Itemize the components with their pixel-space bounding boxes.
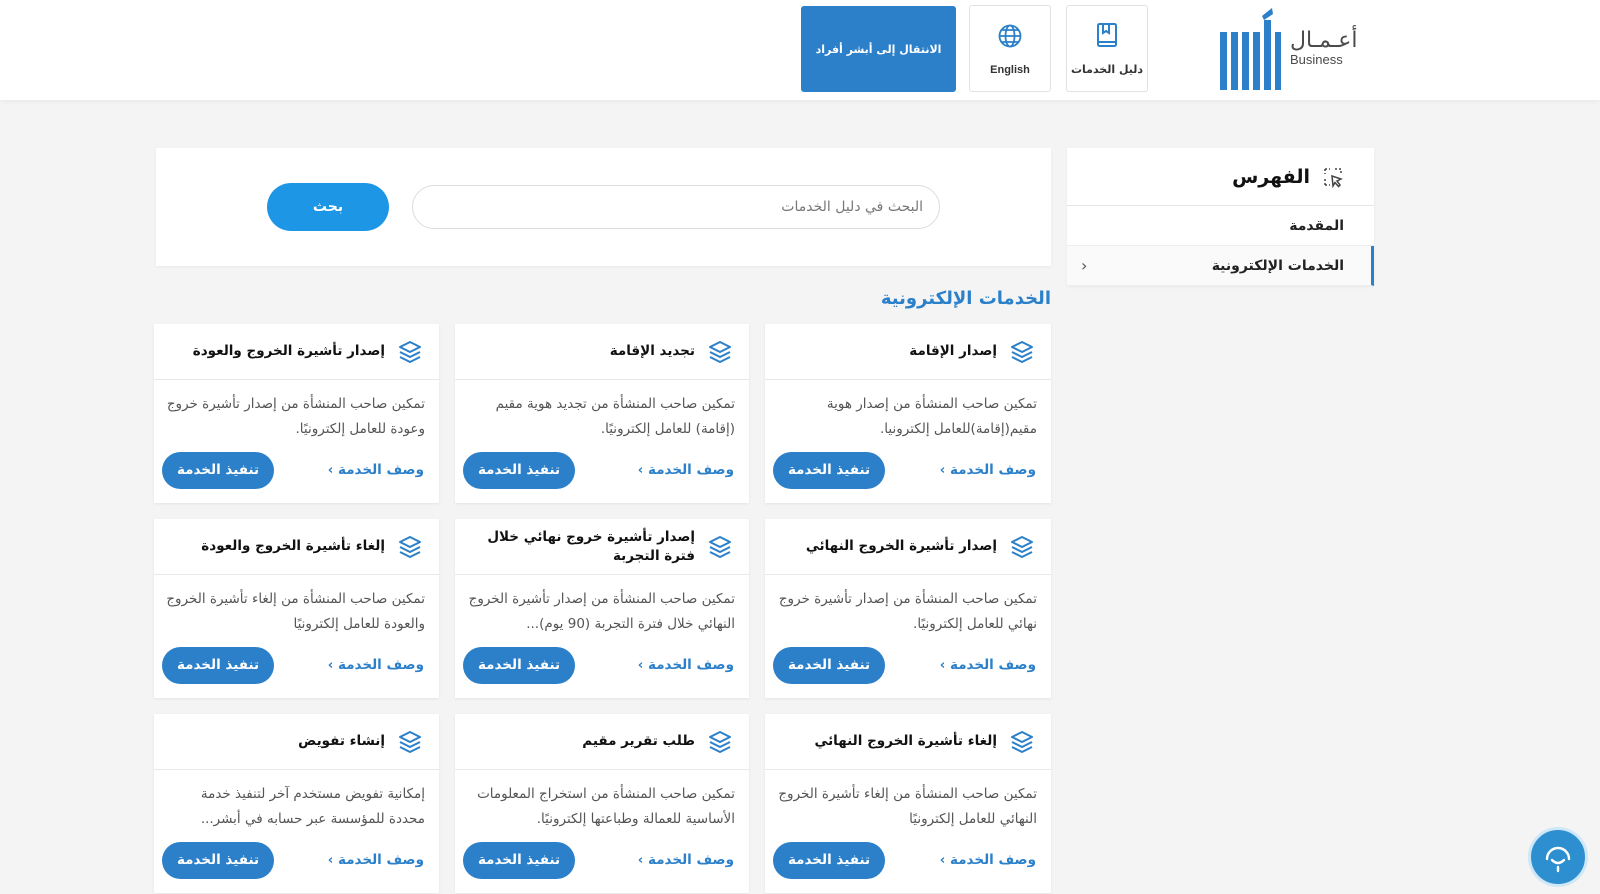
services-guide-label: دليل الخدمات xyxy=(1070,63,1144,76)
service-description-link[interactable]: وصف الخدمة › xyxy=(940,657,1036,673)
section-title: الخدمات الإلكترونية xyxy=(880,288,1051,309)
abshr-logo-mark-icon xyxy=(1220,8,1281,90)
layers-icon xyxy=(1011,340,1033,363)
layers-icon xyxy=(1011,535,1033,558)
service-description-link[interactable]: وصف الخدمة › xyxy=(328,657,424,673)
service-title: إصدار تأشيرة الخروج والعودة xyxy=(192,343,385,360)
service-title: إلغاء تأشيرة الخروج النهائي xyxy=(814,733,997,750)
services-guide-button[interactable]: دليل الخدمات xyxy=(1066,5,1148,92)
service-card: إنشاء تفويض إمكانية تفويض مستخدم آخر لتن… xyxy=(154,714,439,893)
service-description: تمكين صاحب المنشأة من إصدار هوية مقيم(إق… xyxy=(826,396,1037,437)
headset-support-icon xyxy=(1545,846,1571,873)
sidebar-item-label: المقدمة xyxy=(1289,217,1344,234)
execute-service-button[interactable]: تنفيذ الخدمة xyxy=(463,451,575,489)
service-card: طلب تقرير مقيم تمكين صاحب المنشأة من است… xyxy=(455,714,749,893)
absher-individuals-label: الانتقال إلى أبشر أفراد xyxy=(815,42,942,56)
sidebar-item-e-services[interactable]: الخدمات الإلكترونية ‹ xyxy=(1067,246,1374,286)
pointer-select-icon xyxy=(1324,167,1343,188)
service-description-link[interactable]: وصف الخدمة › xyxy=(328,852,424,868)
execute-service-button[interactable]: تنفيذ الخدمة xyxy=(773,451,885,489)
service-description-link[interactable]: وصف الخدمة › xyxy=(940,852,1036,868)
sidebar-item-label: الخدمات الإلكترونية xyxy=(1211,257,1344,274)
service-description: إمكانية تفويض مستخدم آخر لتنفيذ خدمة محد… xyxy=(200,786,425,827)
globe-icon xyxy=(998,24,1022,47)
index-sidebar: الفهرس المقدمة الخدمات الإلكترونية ‹ xyxy=(1067,148,1374,286)
service-description: تمكين صاحب المنشأة من استخراج المعلومات … xyxy=(477,786,735,827)
service-description: تمكين صاحب المنشأة من إلغاء تأشيرة الخرو… xyxy=(166,591,425,632)
service-description: تمكين صاحب المنشأة من إصدار تأشيرة خروج … xyxy=(778,591,1037,632)
layers-icon xyxy=(1011,730,1033,753)
language-switch-button[interactable]: English xyxy=(969,5,1051,92)
service-title: إصدار الإقامة xyxy=(909,343,997,360)
logo-arabic-text: أعـمـال xyxy=(1290,27,1358,53)
service-card: إصدار تأشيرة الخروج والعودة تمكين صاحب ا… xyxy=(154,324,439,503)
service-description-link[interactable]: وصف الخدمة › xyxy=(638,462,734,478)
execute-service-button[interactable]: تنفيذ الخدمة xyxy=(162,451,274,489)
layers-icon xyxy=(709,730,731,753)
search-panel: بحث xyxy=(156,148,1051,266)
search-input[interactable] xyxy=(412,185,940,229)
chevron-left-icon: ‹ xyxy=(1081,256,1088,275)
layers-icon xyxy=(399,535,421,558)
service-card: تجديد الإقامة تمكين صاحب المنشأة من تجدي… xyxy=(455,324,749,503)
layers-icon xyxy=(399,730,421,753)
service-description: تمكين صاحب المنشأة من إلغاء تأشيرة الخرو… xyxy=(778,786,1037,827)
sidebar-item-introduction[interactable]: المقدمة xyxy=(1067,206,1374,246)
go-to-absher-individuals-button[interactable]: الانتقال إلى أبشر أفراد xyxy=(801,6,956,92)
abshr-business-logo[interactable]: أعـمـال Business xyxy=(1218,6,1358,90)
support-chat-button[interactable] xyxy=(1528,827,1588,887)
execute-service-button[interactable]: تنفيذ الخدمة xyxy=(463,646,575,684)
service-description-link[interactable]: وصف الخدمة › xyxy=(328,462,424,478)
service-title: إنشاء تفويض xyxy=(298,733,385,750)
execute-service-button[interactable]: تنفيذ الخدمة xyxy=(162,841,274,879)
service-description-link[interactable]: وصف الخدمة › xyxy=(638,852,734,868)
service-description: تمكين صاحب المنشأة من إصدار تأشيرة الخرو… xyxy=(468,591,735,632)
service-card: إصدار تأشيرة الخروج النهائي تمكين صاحب ا… xyxy=(765,519,1051,698)
service-title: طلب تقرير مقيم xyxy=(582,733,695,750)
service-description-link[interactable]: وصف الخدمة › xyxy=(940,462,1036,478)
book-icon xyxy=(1097,23,1117,47)
service-title: تجديد الإقامة xyxy=(609,343,695,360)
top-header: أعـمـال Business دليل الخدمات English ال… xyxy=(0,0,1600,100)
service-title: إلغاء تأشيرة الخروج والعودة xyxy=(201,538,385,555)
service-description-link[interactable]: وصف الخدمة › xyxy=(638,657,734,673)
layers-icon xyxy=(709,535,731,558)
service-title: إصدار تأشيرة الخروج النهائي xyxy=(805,538,997,555)
sidebar-title: الفهرس xyxy=(1232,165,1310,188)
execute-service-button[interactable]: تنفيذ الخدمة xyxy=(463,841,575,879)
service-title: إصدار تأشيرة خروج نهائي خلال فترة التجرب… xyxy=(487,529,695,564)
execute-service-button[interactable]: تنفيذ الخدمة xyxy=(773,841,885,879)
service-description: تمكين صاحب المنشأة من إصدار تأشيرة خروج … xyxy=(166,396,425,437)
logo-english-text: Business xyxy=(1290,51,1343,67)
layers-icon xyxy=(709,340,731,363)
sidebar-header: الفهرس xyxy=(1067,148,1374,206)
execute-service-button[interactable]: تنفيذ الخدمة xyxy=(773,646,885,684)
execute-service-button[interactable]: تنفيذ الخدمة xyxy=(162,646,274,684)
service-card: إلغاء تأشيرة الخروج النهائي تمكين صاحب ا… xyxy=(765,714,1051,893)
language-label: English xyxy=(990,63,1030,76)
layers-icon xyxy=(399,340,421,363)
service-card: إلغاء تأشيرة الخروج والعودة تمكين صاحب ا… xyxy=(154,519,439,698)
service-card: إصدار تأشيرة خروج نهائي خلال فترة التجرب… xyxy=(455,519,749,698)
service-card: إصدار الإقامة تمكين صاحب المنشأة من إصدا… xyxy=(765,324,1051,503)
search-button[interactable]: بحث xyxy=(267,183,389,231)
service-description: تمكين صاحب المنشأة من تجديد هوية مقيم (إ… xyxy=(495,396,735,437)
